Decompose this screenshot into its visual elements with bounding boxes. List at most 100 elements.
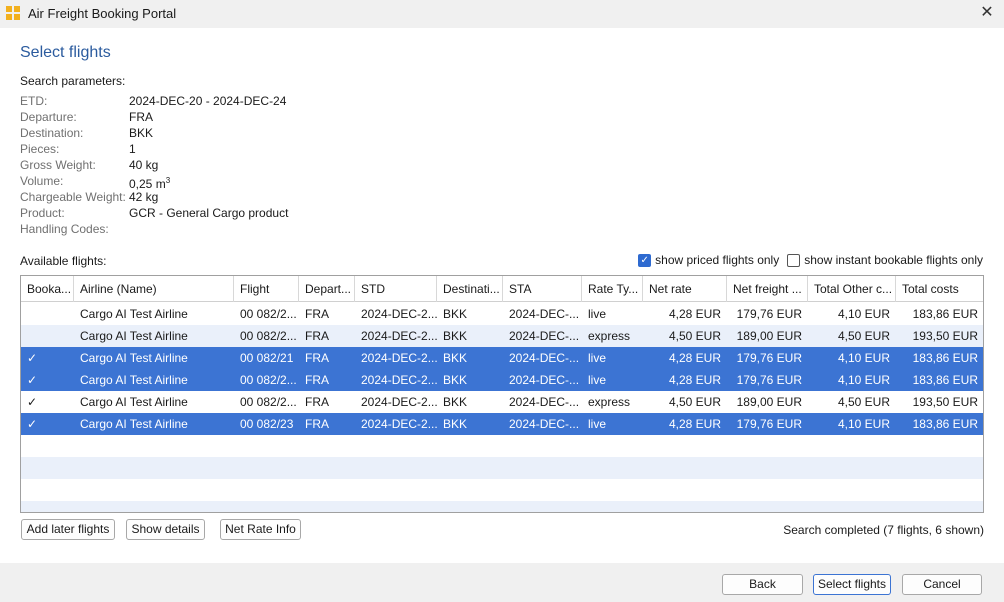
column-header[interactable]: Total costs bbox=[896, 276, 983, 302]
column-header[interactable]: Booka... bbox=[21, 276, 74, 302]
table-cell: Cargo AI Test Airline bbox=[80, 307, 188, 321]
search-param-label: Pieces: bbox=[20, 142, 60, 156]
show-details-button[interactable]: Show details bbox=[126, 519, 205, 540]
search-param-value-text: 40 kg bbox=[129, 158, 159, 172]
checkbox-icon[interactable]: ✓ bbox=[638, 253, 652, 267]
select-flights-button[interactable]: Select flights bbox=[813, 574, 891, 595]
table-cell: FRA bbox=[305, 417, 329, 431]
table-cell: FRA bbox=[305, 373, 329, 387]
title-bar: Air Freight Booking Portal ✕ bbox=[0, 0, 1004, 28]
table-cell: 2024-DEC-2... bbox=[361, 373, 437, 387]
table-cell: FRA bbox=[305, 329, 329, 343]
bookable-checkmark-icon bbox=[21, 325, 74, 347]
flights-table[interactable]: Booka... Airline (Name) Flight Depart... STD… bbox=[20, 275, 984, 513]
show-priced-only-label: show priced flights only bbox=[655, 253, 780, 267]
table-cell: 4,28 EUR bbox=[668, 373, 721, 387]
table-cell: 00 082/23 bbox=[240, 417, 294, 431]
empty-row bbox=[21, 457, 983, 479]
table-cell: 179,76 EUR bbox=[736, 417, 802, 431]
table-cell: Cargo AI Test Airline bbox=[80, 395, 188, 409]
add-later-flights-button[interactable]: Add later flights bbox=[21, 519, 115, 540]
table-cell: live bbox=[588, 351, 607, 365]
page-title: Select flights bbox=[20, 44, 111, 61]
table-cell: live bbox=[588, 307, 607, 321]
search-param-label: Volume: bbox=[20, 174, 64, 188]
column-header[interactable]: Airline (Name) bbox=[74, 276, 234, 302]
table-cell: BKK bbox=[443, 417, 468, 431]
cancel-button[interactable]: Cancel bbox=[902, 574, 982, 595]
search-param-label: Handling Codes: bbox=[20, 222, 109, 236]
table-row[interactable]: ✓ Cargo AI Test Airline 00 082/2... FRA 2024… bbox=[21, 369, 983, 391]
search-param-value: GCR - General Cargo product bbox=[129, 205, 288, 221]
table-cell: 2024-DEC-... bbox=[509, 395, 580, 409]
available-flights-label: Available flights: bbox=[20, 254, 107, 268]
column-header[interactable]: STA bbox=[503, 276, 582, 302]
table-cell: Cargo AI Test Airline bbox=[80, 329, 188, 343]
back-button[interactable]: Back bbox=[722, 574, 803, 595]
checkbox-icon[interactable] bbox=[787, 253, 801, 267]
search-params-heading: Search parameters: bbox=[20, 74, 126, 88]
table-cell: 183,86 EUR bbox=[912, 373, 978, 387]
table-cell: express bbox=[588, 329, 631, 343]
search-param-value: 2024-DEC-20 - 2024-DEC-24 bbox=[129, 93, 286, 109]
column-header[interactable]: Total Other c... bbox=[808, 276, 896, 302]
table-cell: 2024-DEC-... bbox=[509, 329, 580, 343]
search-param-label: ETD: bbox=[20, 94, 48, 108]
table-cell: 193,50 EUR bbox=[912, 329, 978, 343]
table-cell: 4,10 EUR bbox=[837, 373, 890, 387]
table-cell: 00 082/2... bbox=[240, 373, 297, 387]
search-param-label: Destination: bbox=[20, 126, 84, 140]
table-cell: 4,28 EUR bbox=[668, 417, 721, 431]
table-cell: 00 082/2... bbox=[240, 329, 297, 343]
table-cell: 4,10 EUR bbox=[837, 351, 890, 365]
column-header[interactable]: Net freight ... bbox=[727, 276, 808, 302]
show-priced-only-checkbox[interactable]: ✓ show priced flights only bbox=[638, 253, 779, 267]
column-header[interactable]: Rate Ty... bbox=[582, 276, 643, 302]
table-cell: 179,76 EUR bbox=[736, 351, 802, 365]
search-param-label: Gross Weight: bbox=[20, 158, 96, 172]
search-param-value-text: BKK bbox=[129, 126, 154, 140]
table-cell: 4,50 EUR bbox=[668, 395, 721, 409]
table-row[interactable]: ✓ Cargo AI Test Airline 00 082/21 FRA 2024-D… bbox=[21, 347, 983, 369]
table-cell: 00 082/2... bbox=[240, 307, 297, 321]
table-row[interactable]: Cargo AI Test Airline 00 082/2... FRA 2024-… bbox=[21, 303, 983, 325]
table-cell: 193,50 EUR bbox=[912, 395, 978, 409]
table-cell: FRA bbox=[305, 307, 329, 321]
show-instant-only-checkbox[interactable]: show instant bookable flights only bbox=[787, 253, 983, 267]
close-icon[interactable]: ✕ bbox=[978, 4, 996, 22]
window-title: Air Freight Booking Portal bbox=[28, 6, 177, 21]
search-param-label: Departure: bbox=[20, 110, 77, 124]
table-cell: 4,28 EUR bbox=[668, 307, 721, 321]
bookable-checkmark-icon: ✓ bbox=[27, 373, 38, 387]
table-row[interactable]: ✓ Cargo AI Test Airline 00 082/2... FRA 2024… bbox=[21, 391, 983, 413]
search-param-value-text: GCR - General Cargo product bbox=[129, 206, 289, 220]
search-param-value: FRA bbox=[129, 109, 153, 125]
dialog-footer: Back Select flights Cancel bbox=[0, 563, 1004, 602]
search-param-value-text: FRA bbox=[129, 110, 153, 124]
table-cell: 183,86 EUR bbox=[912, 307, 978, 321]
table-cell: 189,00 EUR bbox=[736, 395, 802, 409]
table-cell: 2024-DEC-... bbox=[509, 417, 580, 431]
table-cell: 4,10 EUR bbox=[837, 307, 890, 321]
table-cell: BKK bbox=[443, 373, 468, 387]
empty-row bbox=[21, 501, 983, 512]
unit-superscript: 3 bbox=[165, 176, 171, 185]
table-cell: BKK bbox=[443, 307, 468, 321]
table-cell: express bbox=[588, 395, 631, 409]
bookable-checkmark-icon: ✓ bbox=[27, 351, 38, 365]
table-cell: live bbox=[588, 373, 607, 387]
table-cell: 2024-DEC-... bbox=[509, 307, 580, 321]
column-header[interactable]: Net rate bbox=[643, 276, 727, 302]
column-header[interactable]: Depart... bbox=[299, 276, 355, 302]
table-row[interactable]: Cargo AI Test Airline 00 082/2... FRA 2024-… bbox=[21, 325, 983, 347]
search-param-label: Product: bbox=[20, 206, 65, 220]
table-row[interactable]: ✓ Cargo AI Test Airline 00 082/23 FRA 2024-D… bbox=[21, 413, 983, 435]
table-cell: 00 082/21 bbox=[240, 351, 294, 365]
empty-row bbox=[21, 479, 983, 501]
net-rate-info-button[interactable]: Net Rate Info bbox=[220, 519, 301, 540]
column-header[interactable]: STD bbox=[355, 276, 437, 302]
table-cell: 179,76 EUR bbox=[736, 373, 802, 387]
column-header[interactable]: Flight bbox=[234, 276, 299, 302]
table-cell: 2024-DEC-... bbox=[509, 373, 580, 387]
column-header[interactable]: Destinati... bbox=[437, 276, 503, 302]
